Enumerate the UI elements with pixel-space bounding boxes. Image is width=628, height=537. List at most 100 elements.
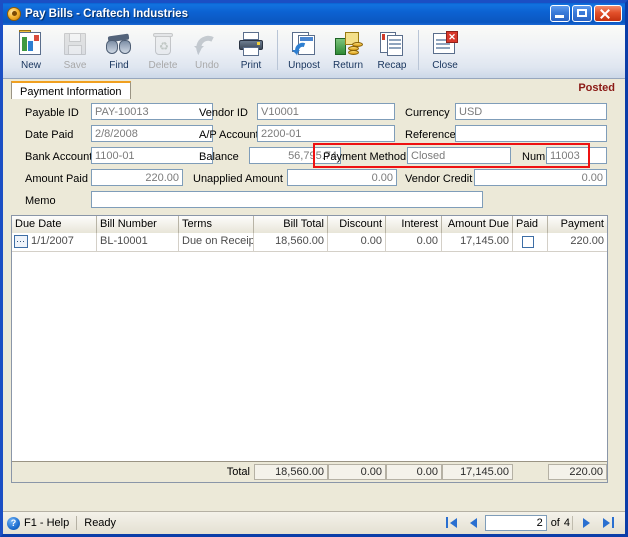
grid-header-bill-total[interactable]: Bill Total <box>254 216 328 233</box>
label-reference: Reference <box>405 129 456 141</box>
undo-arrow-icon <box>192 30 222 58</box>
toolbar-button-print[interactable]: Print <box>229 28 273 71</box>
recap-documents-icon <box>377 30 407 58</box>
caption-buttons <box>550 5 622 22</box>
label-unapplied-amount: Unapplied Amount <box>193 173 283 185</box>
toolbar-label-undo: Undo <box>195 60 219 71</box>
grid-header-interest[interactable]: Interest <box>386 216 442 233</box>
amount-paid-field[interactable]: 220.00 <box>91 169 183 186</box>
reference-field[interactable] <box>455 125 607 142</box>
toolbar-button-find[interactable]: Find <box>97 28 141 71</box>
help-icon[interactable]: ? <box>7 516 20 530</box>
vendor-credit-field[interactable]: 0.00 <box>474 169 607 186</box>
toolbar-button-recap[interactable]: Recap <box>370 28 414 71</box>
cell-payment[interactable]: 220.00 <box>548 233 607 251</box>
grid-header-due-date[interactable]: Due Date <box>12 216 97 233</box>
vendor-id-field[interactable]: V10001 <box>257 103 395 120</box>
toolbar-separator-2 <box>418 30 419 70</box>
toolbar-label-close: Close <box>432 60 458 71</box>
payment-method-field[interactable]: Closed <box>407 147 511 164</box>
title-bar[interactable]: Pay Bills - Craftech Industries <box>3 3 625 25</box>
label-vendor-id: Vendor ID <box>199 107 248 119</box>
toolbar-label-save: Save <box>63 60 87 71</box>
cell-bill-total[interactable]: 18,560.00 <box>254 233 328 251</box>
status-message: Ready <box>84 517 117 529</box>
label-memo: Memo <box>25 195 56 207</box>
first-record-button[interactable] <box>441 514 463 531</box>
unpost-icon <box>289 30 319 58</box>
maximize-button[interactable] <box>572 5 592 22</box>
unapplied-amount-field[interactable]: 0.00 <box>287 169 397 186</box>
cell-discount[interactable]: 0.00 <box>328 233 386 251</box>
cell-bill-number[interactable]: BL-10001 <box>97 233 179 251</box>
label-date-paid: Date Paid <box>25 129 74 141</box>
grid-header-terms[interactable]: Terms <box>179 216 254 233</box>
grid-header-payment[interactable]: Payment <box>548 216 607 233</box>
total-amount-due: 17,145.00 <box>442 464 513 480</box>
toolbar-label-print: Print <box>240 60 262 71</box>
last-record-button[interactable] <box>597 514 619 531</box>
tab-strip: Payment Information Posted <box>3 79 625 100</box>
window-title: Pay Bills - Craftech Industries <box>25 8 188 20</box>
current-record-input[interactable]: 2 <box>484 514 547 531</box>
grid-total-row: Total 18,560.00 0.00 0.00 17,145.00 220.… <box>12 461 607 482</box>
pay-bills-window: Pay Bills - Craftech Industries New Save <box>0 0 628 537</box>
total-discount: 0.00 <box>328 464 386 480</box>
toolbar-button-save[interactable]: Save <box>53 28 97 71</box>
toolbar-button-delete[interactable]: ♻ Delete <box>141 28 185 71</box>
total-records-label: 4 <box>563 516 570 529</box>
memo-field[interactable] <box>91 191 483 208</box>
grid-body: ⋯ 1/1/2007 BL-10001 Due on Receip 18,560… <box>12 233 607 482</box>
bills-grid: Due Date Bill Number Terms Bill Total Di… <box>11 215 608 483</box>
label-bank-account: Bank Account <box>25 151 93 163</box>
num-field[interactable]: 11003 <box>546 147 607 164</box>
close-button[interactable] <box>594 5 622 22</box>
toolbar-label-unpost: Unpost <box>288 60 320 71</box>
payable-id-field[interactable]: PAY-10013 <box>91 103 213 120</box>
client-area: Payment Information Posted Payable ID PA… <box>3 79 625 511</box>
bank-account-field[interactable]: 1100-01 <box>91 147 213 164</box>
recycle-bin-icon: ♻ <box>148 30 178 58</box>
minimize-button[interactable] <box>550 5 570 22</box>
label-amount-paid: Amount Paid <box>25 173 88 185</box>
row-selector-ellipsis-icon[interactable]: ⋯ <box>14 235 28 248</box>
cell-amount-due[interactable]: 17,145.00 <box>442 233 513 251</box>
grid-header-discount[interactable]: Discount <box>328 216 386 233</box>
label-currency: Currency <box>405 107 450 119</box>
toolbar-button-unpost[interactable]: Unpost <box>282 28 326 71</box>
record-of-label: of <box>550 516 560 529</box>
tab-payment-information[interactable]: Payment Information <box>11 81 131 99</box>
payment-information-panel: Payable ID PAY-10013 Vendor ID V10001 Cu… <box>3 99 625 511</box>
save-floppy-icon <box>60 30 90 58</box>
cell-interest[interactable]: 0.00 <box>386 233 442 251</box>
grid-header-amount-due[interactable]: Amount Due <box>442 216 513 233</box>
new-document-icon <box>16 30 46 58</box>
label-payable-id: Payable ID <box>25 107 79 119</box>
label-ap-account: A/P Account <box>199 129 259 141</box>
paid-checkbox[interactable] <box>522 236 534 248</box>
table-row[interactable]: ⋯ 1/1/2007 BL-10001 Due on Receip 18,560… <box>12 233 607 252</box>
grid-header-bill-number[interactable]: Bill Number <box>97 216 179 233</box>
cell-paid[interactable] <box>513 233 548 251</box>
toolbar-label-recap: Recap <box>377 60 407 71</box>
toolbar-button-close[interactable]: ✕ Close <box>423 28 467 71</box>
date-paid-field[interactable]: 2/8/2008 <box>91 125 213 142</box>
ap-account-field[interactable]: 2200-01 <box>257 125 395 142</box>
label-balance: Balance <box>199 151 239 163</box>
cell-terms[interactable]: Due on Receip <box>179 233 254 251</box>
toolbar-button-return[interactable]: Return <box>326 28 370 71</box>
cell-due-date-text: 1/1/2007 <box>31 235 74 247</box>
help-label[interactable]: F1 - Help <box>24 517 69 529</box>
close-window-icon: ✕ <box>430 30 460 58</box>
toolbar-label-find: Find <box>109 60 129 71</box>
record-navigator: 2 of 4 <box>441 514 619 531</box>
cell-due-date[interactable]: ⋯ 1/1/2007 <box>12 233 97 251</box>
total-payment: 220.00 <box>548 464 607 480</box>
currency-field[interactable]: USD <box>455 103 607 120</box>
toolbar-button-undo[interactable]: Undo <box>185 28 229 71</box>
next-record-button[interactable] <box>575 514 597 531</box>
grid-header-paid[interactable]: Paid <box>513 216 548 233</box>
label-vendor-credit: Vendor Credit <box>405 173 473 185</box>
toolbar-button-new[interactable]: New <box>9 28 53 71</box>
previous-record-button[interactable] <box>463 514 485 531</box>
